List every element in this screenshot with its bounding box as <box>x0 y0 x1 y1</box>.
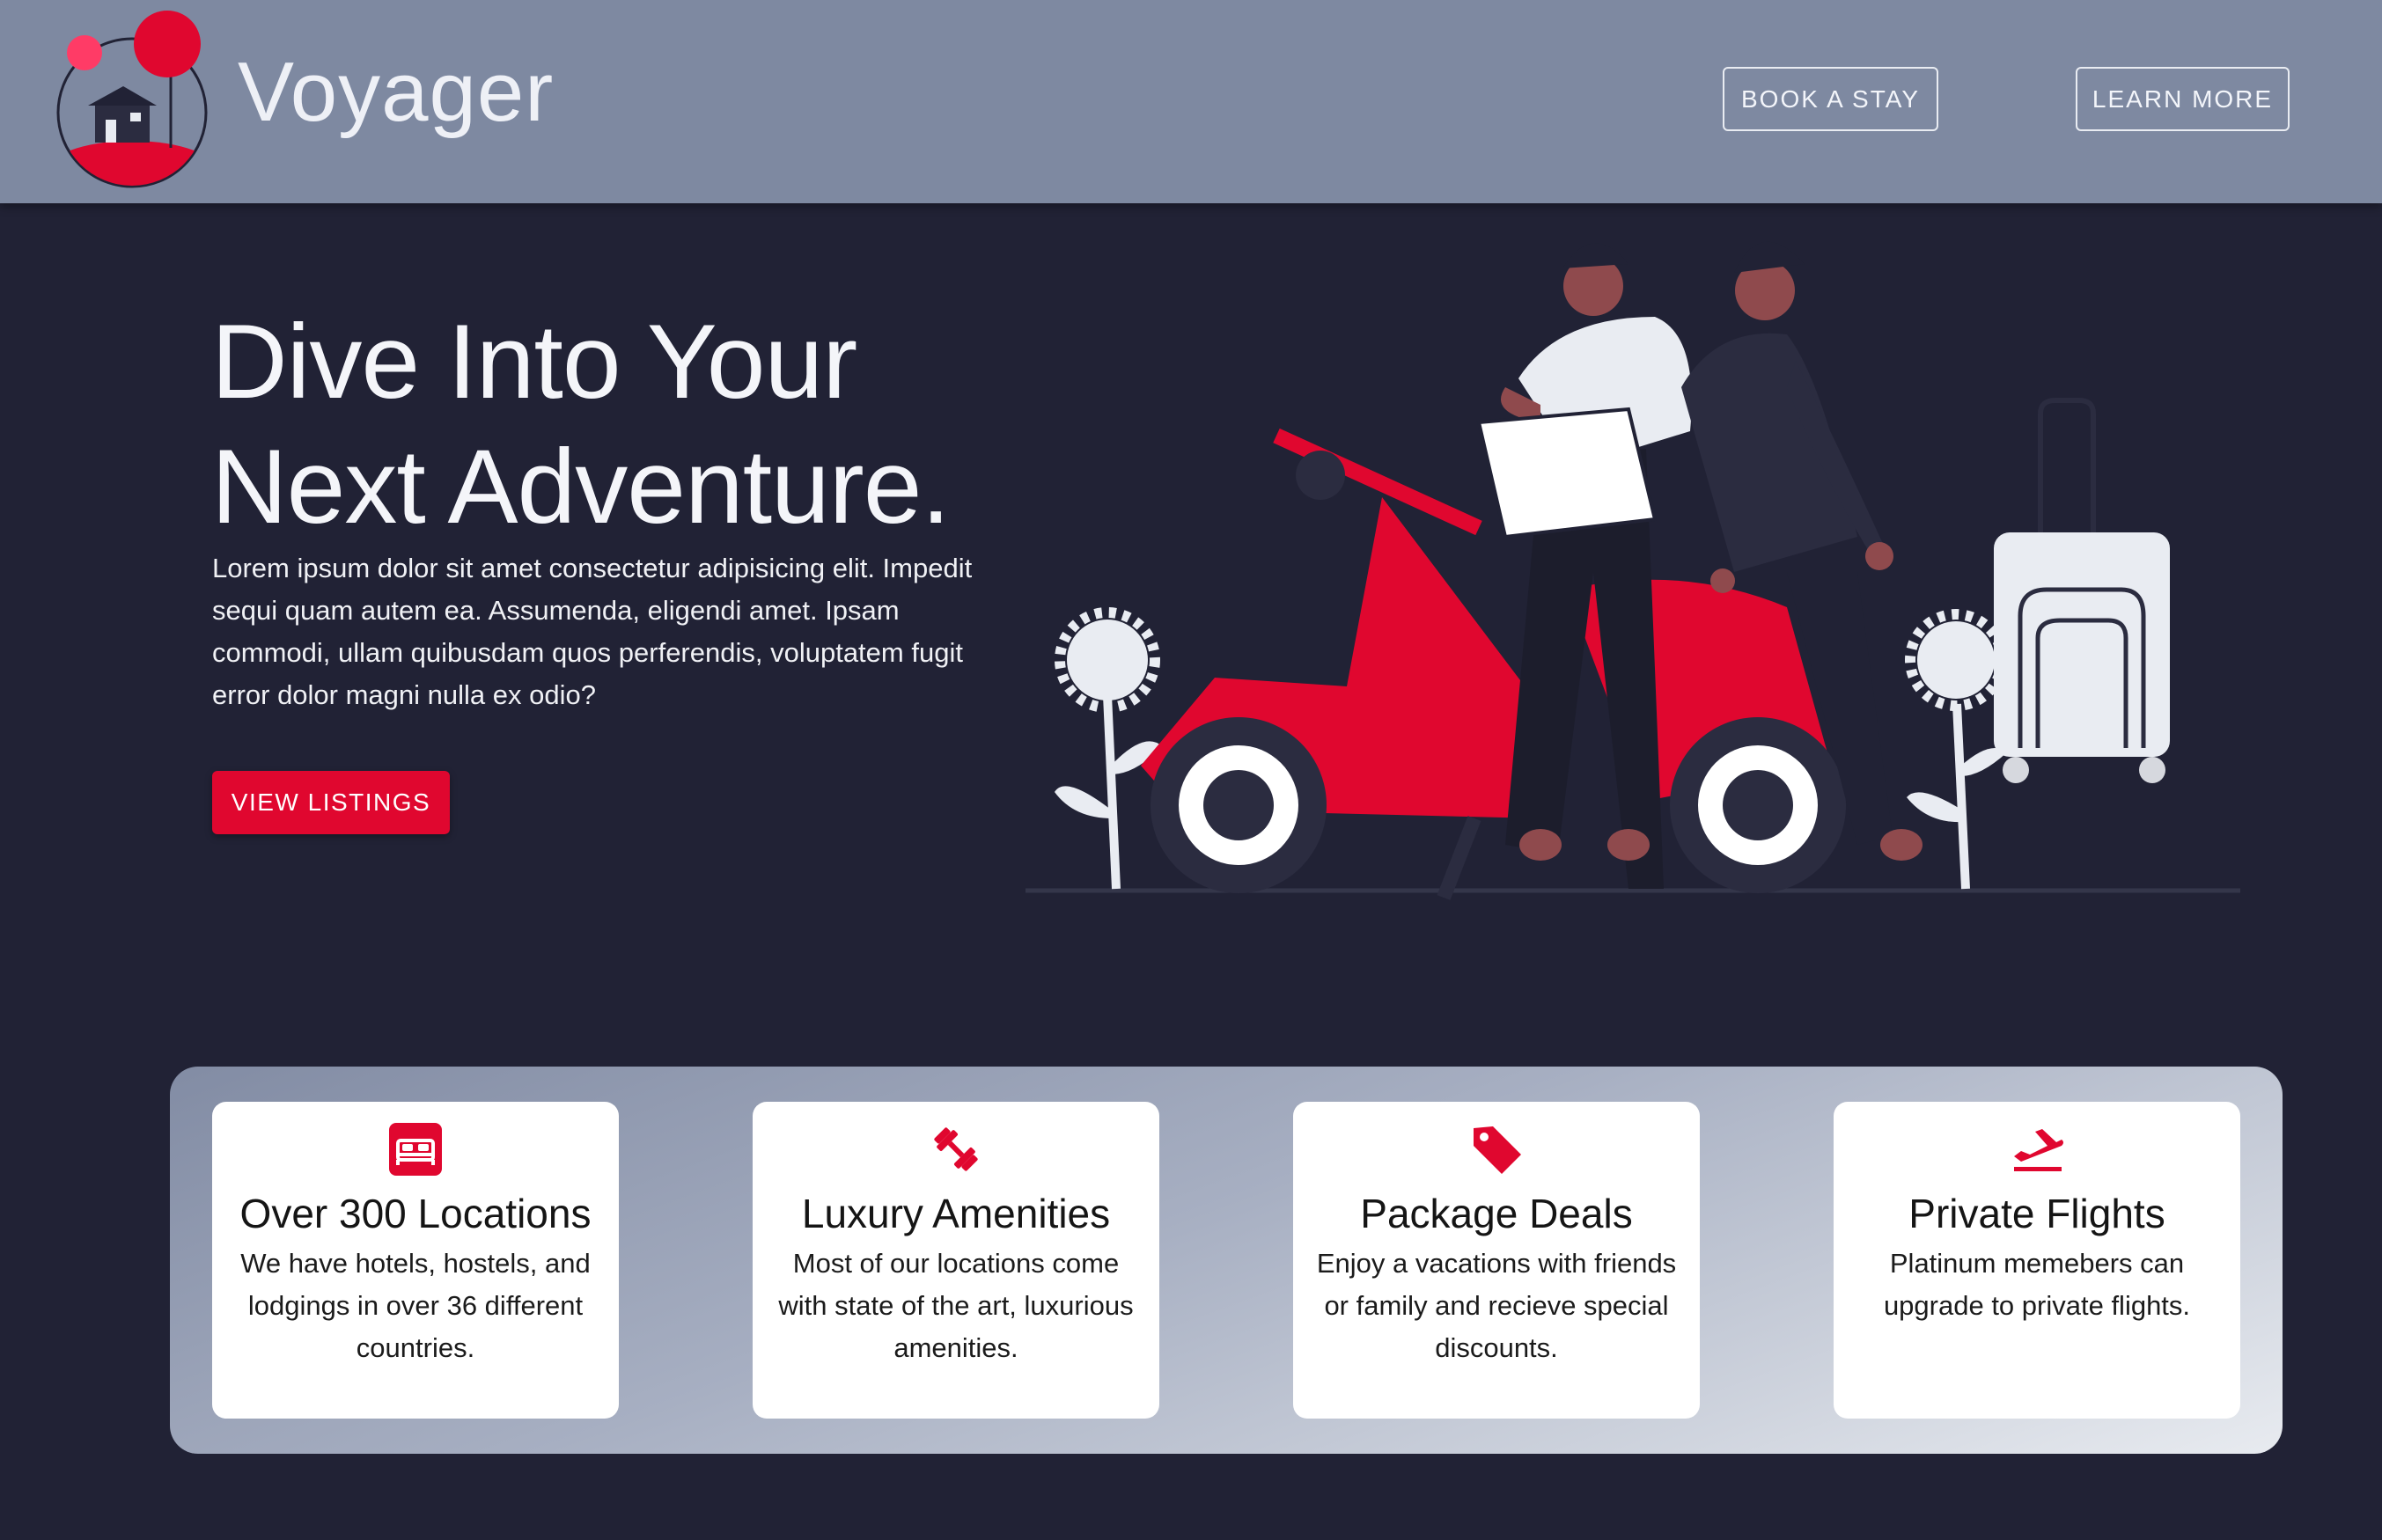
feature-description: Enjoy a vacations with friends or family… <box>1316 1248 1677 1363</box>
hero-title-line-2: Next Adventure. <box>211 428 951 546</box>
hero-title-line-1: Dive Into Your <box>211 303 857 421</box>
feature-card-amenities: Luxury Amenities Most of our locations c… <box>753 1102 1159 1419</box>
learn-more-button[interactable]: LEARN MORE <box>2076 67 2290 131</box>
travelers-scooter-illustration <box>1026 241 2240 900</box>
feature-card-flights: Private Flights Platinum memebers can up… <box>1834 1102 2240 1419</box>
site-header: Voyager BOOK A STAY LEARN MORE <box>0 0 2382 203</box>
feature-card-deals: Package Deals Enjoy a vacations with fri… <box>1293 1102 1700 1419</box>
feature-card-locations: Over 300 Locations We have hotels, hoste… <box>212 1102 619 1419</box>
hero-title: Dive Into Your Next Adventure. <box>211 299 1092 549</box>
flower-left-illustration <box>1055 607 1162 890</box>
flight-takeoff-icon <box>2014 1129 2063 1171</box>
brand-name[interactable]: Voyager <box>238 44 554 141</box>
hero-description: Lorem ipsum dolor sit amet consectetur a… <box>212 553 973 710</box>
price-tag-icon <box>1474 1126 1521 1174</box>
feature-description: We have hotels, hostels, and lodgings in… <box>240 1248 591 1363</box>
feature-title: Luxury Amenities <box>801 1191 1111 1236</box>
bed-icon <box>389 1123 442 1176</box>
voyager-logo-icon[interactable] <box>53 7 211 192</box>
dumbbell-icon <box>934 1127 978 1171</box>
feature-title: Over 300 Locations <box>239 1191 592 1236</box>
person-with-map-illustration <box>1476 243 1692 889</box>
feature-description: Most of our locations come with state of… <box>778 1248 1134 1363</box>
book-a-stay-button[interactable]: BOOK A STAY <box>1723 67 1938 131</box>
suitcase-illustration <box>1994 398 2170 783</box>
feature-title: Private Flights <box>1908 1191 2165 1236</box>
view-listings-button[interactable]: VIEW LISTINGS <box>212 771 450 834</box>
features-panel: Over 300 Locations We have hotels, hoste… <box>170 1067 2283 1454</box>
feature-description: Platinum memebers can upgrade to private… <box>1883 1248 2191 1321</box>
feature-title: Package Deals <box>1360 1191 1633 1236</box>
